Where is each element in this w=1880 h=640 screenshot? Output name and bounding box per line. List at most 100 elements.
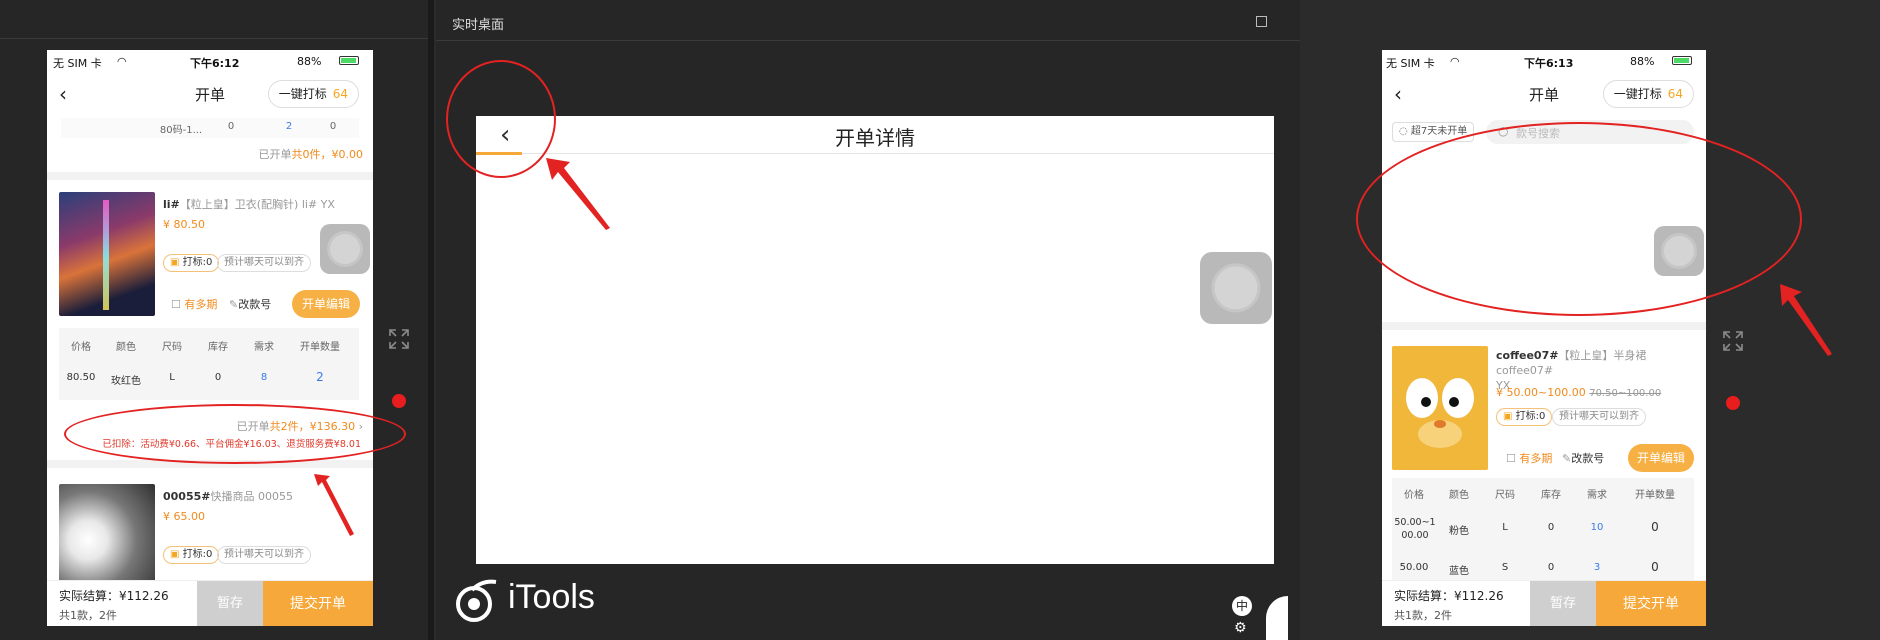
battery-icon	[1672, 56, 1692, 65]
print-count: 64	[1667, 87, 1683, 101]
table-header: 库存	[208, 342, 228, 353]
status-bar: 无 SIM 卡 ◠ 下午6:12 88%	[47, 50, 373, 72]
settlement-label: 实际结算：	[59, 589, 120, 603]
table-cell: 0	[214, 372, 222, 383]
table-cell: 粉色	[1449, 526, 1469, 537]
quantity-cell[interactable]: 0	[1620, 520, 1690, 534]
annotation-arrow	[1780, 284, 1832, 356]
print-tag-pill[interactable]: ▣ 打标:0	[163, 254, 220, 272]
multi-period-toggle[interactable]: ☐ 有多期	[171, 296, 217, 312]
order-edit-button[interactable]: 开单编辑	[292, 290, 360, 318]
rename-code-button[interactable]: ✎改款号	[229, 296, 271, 312]
save-draft-button[interactable]: 暂存	[197, 581, 263, 626]
table-cell: 8	[260, 372, 268, 383]
table-cell: 50.00	[1399, 562, 1429, 573]
print-label: 一键打标	[278, 87, 327, 101]
table-cell: 3	[1593, 562, 1601, 573]
annotation-circle	[1356, 122, 1802, 316]
record-indicator-dot	[1726, 396, 1740, 410]
table-header: 需求	[254, 342, 274, 353]
section-divider	[47, 172, 373, 180]
eta-input[interactable]: 预计哪天可以到齐	[217, 254, 311, 272]
one-click-print-button[interactable]: 一键打标 64	[1602, 80, 1694, 108]
bottom-action-bar: 实际结算：¥112.26 共1款，2件 暂存 提交开单	[47, 580, 373, 626]
table-cell: 蓝色	[1449, 566, 1469, 577]
window-title: 实时桌面	[452, 18, 505, 33]
brand-name: iTools	[508, 578, 595, 616]
annotation-circle	[446, 60, 556, 178]
settlement-text: 实际结算：¥112.26	[1394, 587, 1504, 604]
label-icon: ▣	[1503, 411, 1513, 422]
table-header: 颜色	[1449, 490, 1469, 501]
table-cell: S	[1501, 562, 1509, 573]
print-tag-text: 打标:0	[182, 257, 213, 268]
product-sub: 00055	[258, 490, 293, 503]
panel-divider	[428, 0, 434, 640]
assistive-touch-button[interactable]	[320, 224, 370, 274]
product-sub: coffee07#	[1496, 364, 1554, 377]
battery-percent: 88%	[297, 55, 322, 68]
rename-code-button[interactable]: ✎改款号	[1562, 450, 1604, 466]
quantity-cell[interactable]: 0	[1620, 560, 1690, 574]
order-edit-button[interactable]: 开单编辑	[1628, 444, 1694, 472]
section-divider	[1382, 322, 1706, 330]
maximize-icon[interactable]	[1256, 16, 1267, 27]
product-image[interactable]	[1392, 346, 1488, 470]
gear-icon[interactable]: ⚙	[1234, 620, 1247, 636]
clock-text: 下午6:13	[1524, 57, 1574, 70]
table-header: 需求	[1587, 490, 1607, 501]
product-title: 00055#快播商品 00055	[163, 488, 293, 504]
price-range: ¥ 50.00~100.00	[1496, 386, 1586, 399]
eta-input[interactable]: 预计哪天可以到齐	[1552, 408, 1646, 426]
table-header: 库存	[1541, 490, 1561, 501]
table-cell: L	[169, 372, 175, 383]
table-header: 价格	[71, 342, 91, 353]
edit-icon: ✎	[1562, 452, 1572, 465]
item-count: 共1款，2件	[1394, 609, 1452, 622]
one-click-print-button[interactable]: 一键打标 64	[267, 80, 359, 108]
table-cell: 10	[1590, 522, 1604, 533]
quantity-cell[interactable]: 2	[287, 370, 353, 384]
nav-bar: ‹ 开单 一键打标 64	[47, 72, 373, 116]
expand-icon[interactable]	[388, 328, 410, 350]
variant-table: 价格 颜色 尺码 库存 需求 开单数量 80.50 玫红色 L 0 8 2	[59, 328, 359, 400]
cat-face-icon	[1392, 346, 1488, 470]
print-tag-text: 打标:0	[182, 549, 213, 560]
product-sub: li# YX	[301, 198, 335, 211]
print-tag-text: 打标:0	[1515, 411, 1546, 422]
eta-input[interactable]: 预计哪天可以到齐	[217, 546, 311, 564]
multi-period-label: 有多期	[184, 298, 218, 311]
table-header: 开单数量	[300, 342, 340, 353]
print-tag-pill[interactable]: ▣ 打标:0	[1496, 408, 1553, 426]
product-image[interactable]	[59, 192, 155, 316]
itools-logo-icon	[452, 578, 500, 622]
ime-indicator[interactable]: 中	[1232, 596, 1252, 616]
summary-prefix: 已开单	[258, 148, 292, 161]
settlement-text: 实际结算：¥112.26	[59, 587, 169, 604]
submit-order-button[interactable]: 提交开单	[263, 581, 373, 626]
print-tag-pill[interactable]: ▣ 打标:0	[163, 546, 220, 564]
battery-percent: 88%	[1630, 55, 1655, 68]
table-header: 价格	[1404, 490, 1424, 501]
settlement-value: ¥112.26	[119, 589, 169, 603]
multi-period-toggle[interactable]: ☐ 有多期	[1506, 450, 1552, 466]
rename-code-label: 改款号	[1571, 452, 1605, 465]
clock-text: 下午6:12	[190, 57, 240, 70]
left-panel-divider	[0, 38, 428, 39]
wifi-icon: ◠	[117, 55, 127, 68]
filter-label: 超7天未开单	[1410, 126, 1468, 137]
submit-order-button[interactable]: 提交开单	[1596, 581, 1706, 626]
status-bar: 无 SIM 卡 ◠ 下午6:13 88%	[1382, 50, 1706, 72]
product-name: 【粒上皇】卫衣(配胸针)	[179, 198, 299, 211]
product-price: ¥ 65.00	[163, 510, 205, 523]
assistive-touch-button[interactable]	[1200, 252, 1272, 324]
bottom-action-bar: 实际结算：¥112.26 共1款，2件 暂存 提交开单	[1382, 580, 1706, 626]
product-name: 【粒上皇】半身裙	[1558, 349, 1647, 362]
table-header: 颜色	[116, 342, 136, 353]
battery-icon	[339, 56, 359, 65]
label-icon: ▣	[170, 549, 180, 560]
save-draft-button[interactable]: 暂存	[1530, 581, 1596, 626]
print-count: 64	[332, 87, 348, 101]
expand-icon[interactable]	[1722, 330, 1744, 352]
multi-period-label: 有多期	[1519, 452, 1553, 465]
